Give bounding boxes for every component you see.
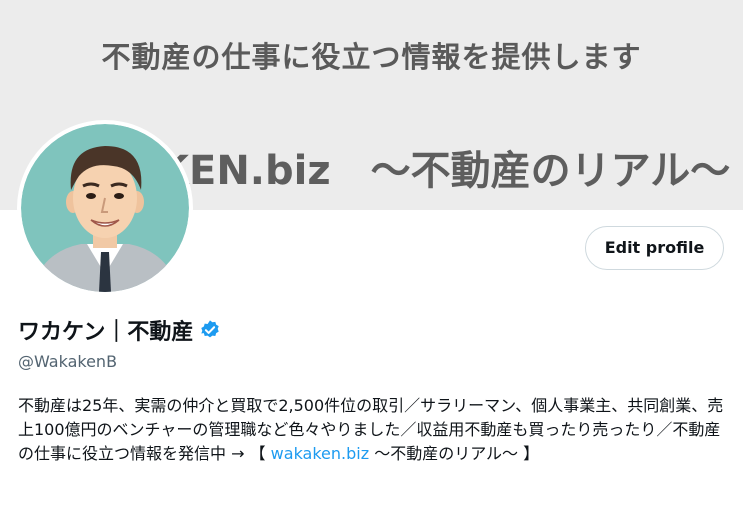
- verified-badge-icon[interactable]: [199, 319, 221, 341]
- bio-suffix: 〜不動産のリアル〜 】: [369, 444, 540, 463]
- avatar-illustration: [21, 124, 189, 292]
- banner-title: KEN.biz 〜不動産のリアル〜: [158, 148, 731, 194]
- avatar[interactable]: [21, 124, 189, 292]
- name-row: ワカケン｜不動産: [18, 314, 221, 346]
- display-name: ワカケン｜不動産: [18, 320, 194, 345]
- user-handle: @WakakenB: [18, 352, 118, 371]
- bio-link[interactable]: wakaken.biz: [271, 444, 369, 463]
- profile-bio: 不動産は25年、実需の仲介と買取で2,500件位の取引／サラリーマン、個人事業主…: [18, 394, 730, 466]
- banner-tagline: 不動産の仕事に役立つ情報を提供します: [101, 40, 642, 74]
- edit-profile-button[interactable]: Edit profile: [585, 226, 724, 270]
